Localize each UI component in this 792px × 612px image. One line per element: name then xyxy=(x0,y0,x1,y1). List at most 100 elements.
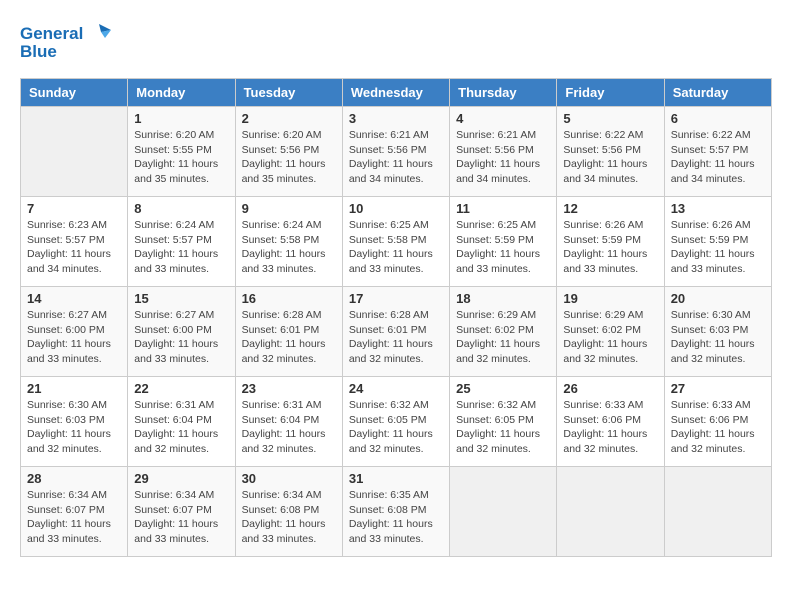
day-info: Sunrise: 6:34 AMSunset: 6:08 PMDaylight:… xyxy=(242,488,336,547)
day-number: 25 xyxy=(456,381,550,396)
calendar-cell: 29 Sunrise: 6:34 AMSunset: 6:07 PMDaylig… xyxy=(128,467,235,557)
page-header: General Blue xyxy=(20,20,772,62)
day-number: 20 xyxy=(671,291,765,306)
day-number: 17 xyxy=(349,291,443,306)
day-info: Sunrise: 6:26 AMSunset: 5:59 PMDaylight:… xyxy=(563,218,657,277)
day-number: 10 xyxy=(349,201,443,216)
day-info: Sunrise: 6:20 AMSunset: 5:55 PMDaylight:… xyxy=(134,128,228,187)
calendar-cell xyxy=(450,467,557,557)
logo-text-general: General xyxy=(20,24,83,44)
day-number: 31 xyxy=(349,471,443,486)
calendar-cell: 26 Sunrise: 6:33 AMSunset: 6:06 PMDaylig… xyxy=(557,377,664,467)
calendar-cell: 24 Sunrise: 6:32 AMSunset: 6:05 PMDaylig… xyxy=(342,377,449,467)
calendar-cell: 22 Sunrise: 6:31 AMSunset: 6:04 PMDaylig… xyxy=(128,377,235,467)
day-number: 24 xyxy=(349,381,443,396)
logo-text-blue: Blue xyxy=(20,42,57,62)
day-number: 18 xyxy=(456,291,550,306)
day-info: Sunrise: 6:22 AMSunset: 5:56 PMDaylight:… xyxy=(563,128,657,187)
calendar-week-row: 7 Sunrise: 6:23 AMSunset: 5:57 PMDayligh… xyxy=(21,197,772,287)
weekday-header: Tuesday xyxy=(235,79,342,107)
calendar-cell: 2 Sunrise: 6:20 AMSunset: 5:56 PMDayligh… xyxy=(235,107,342,197)
day-number: 12 xyxy=(563,201,657,216)
day-number: 6 xyxy=(671,111,765,126)
weekday-header: Wednesday xyxy=(342,79,449,107)
day-info: Sunrise: 6:22 AMSunset: 5:57 PMDaylight:… xyxy=(671,128,765,187)
day-info: Sunrise: 6:27 AMSunset: 6:00 PMDaylight:… xyxy=(134,308,228,367)
logo-container: General Blue xyxy=(20,20,113,62)
calendar-cell: 17 Sunrise: 6:28 AMSunset: 6:01 PMDaylig… xyxy=(342,287,449,377)
day-number: 4 xyxy=(456,111,550,126)
weekday-header: Saturday xyxy=(664,79,771,107)
calendar-cell: 1 Sunrise: 6:20 AMSunset: 5:55 PMDayligh… xyxy=(128,107,235,197)
calendar-cell: 15 Sunrise: 6:27 AMSunset: 6:00 PMDaylig… xyxy=(128,287,235,377)
calendar-cell xyxy=(557,467,664,557)
calendar-cell: 10 Sunrise: 6:25 AMSunset: 5:58 PMDaylig… xyxy=(342,197,449,287)
calendar-week-row: 21 Sunrise: 6:30 AMSunset: 6:03 PMDaylig… xyxy=(21,377,772,467)
calendar-cell xyxy=(21,107,128,197)
day-number: 28 xyxy=(27,471,121,486)
day-number: 3 xyxy=(349,111,443,126)
day-number: 11 xyxy=(456,201,550,216)
day-info: Sunrise: 6:20 AMSunset: 5:56 PMDaylight:… xyxy=(242,128,336,187)
weekday-header: Friday xyxy=(557,79,664,107)
calendar-cell: 18 Sunrise: 6:29 AMSunset: 6:02 PMDaylig… xyxy=(450,287,557,377)
day-number: 15 xyxy=(134,291,228,306)
day-info: Sunrise: 6:33 AMSunset: 6:06 PMDaylight:… xyxy=(671,398,765,457)
day-info: Sunrise: 6:23 AMSunset: 5:57 PMDaylight:… xyxy=(27,218,121,277)
day-info: Sunrise: 6:32 AMSunset: 6:05 PMDaylight:… xyxy=(349,398,443,457)
calendar-cell: 20 Sunrise: 6:30 AMSunset: 6:03 PMDaylig… xyxy=(664,287,771,377)
calendar-cell: 23 Sunrise: 6:31 AMSunset: 6:04 PMDaylig… xyxy=(235,377,342,467)
calendar-cell: 9 Sunrise: 6:24 AMSunset: 5:58 PMDayligh… xyxy=(235,197,342,287)
day-number: 27 xyxy=(671,381,765,396)
day-info: Sunrise: 6:29 AMSunset: 6:02 PMDaylight:… xyxy=(563,308,657,367)
day-number: 16 xyxy=(242,291,336,306)
calendar-cell: 5 Sunrise: 6:22 AMSunset: 5:56 PMDayligh… xyxy=(557,107,664,197)
weekday-header-row: SundayMondayTuesdayWednesdayThursdayFrid… xyxy=(21,79,772,107)
calendar-cell: 12 Sunrise: 6:26 AMSunset: 5:59 PMDaylig… xyxy=(557,197,664,287)
calendar-cell: 14 Sunrise: 6:27 AMSunset: 6:00 PMDaylig… xyxy=(21,287,128,377)
day-number: 13 xyxy=(671,201,765,216)
calendar-cell: 13 Sunrise: 6:26 AMSunset: 5:59 PMDaylig… xyxy=(664,197,771,287)
day-number: 2 xyxy=(242,111,336,126)
calendar-cell: 4 Sunrise: 6:21 AMSunset: 5:56 PMDayligh… xyxy=(450,107,557,197)
day-info: Sunrise: 6:30 AMSunset: 6:03 PMDaylight:… xyxy=(671,308,765,367)
day-number: 19 xyxy=(563,291,657,306)
day-info: Sunrise: 6:24 AMSunset: 5:57 PMDaylight:… xyxy=(134,218,228,277)
weekday-header: Monday xyxy=(128,79,235,107)
day-info: Sunrise: 6:34 AMSunset: 6:07 PMDaylight:… xyxy=(134,488,228,547)
calendar-week-row: 14 Sunrise: 6:27 AMSunset: 6:00 PMDaylig… xyxy=(21,287,772,377)
day-info: Sunrise: 6:31 AMSunset: 6:04 PMDaylight:… xyxy=(134,398,228,457)
day-info: Sunrise: 6:24 AMSunset: 5:58 PMDaylight:… xyxy=(242,218,336,277)
calendar-week-row: 28 Sunrise: 6:34 AMSunset: 6:07 PMDaylig… xyxy=(21,467,772,557)
calendar-cell: 27 Sunrise: 6:33 AMSunset: 6:06 PMDaylig… xyxy=(664,377,771,467)
day-info: Sunrise: 6:25 AMSunset: 5:58 PMDaylight:… xyxy=(349,218,443,277)
day-info: Sunrise: 6:26 AMSunset: 5:59 PMDaylight:… xyxy=(671,218,765,277)
weekday-header: Thursday xyxy=(450,79,557,107)
day-number: 8 xyxy=(134,201,228,216)
calendar-cell: 30 Sunrise: 6:34 AMSunset: 6:08 PMDaylig… xyxy=(235,467,342,557)
day-number: 5 xyxy=(563,111,657,126)
day-info: Sunrise: 6:28 AMSunset: 6:01 PMDaylight:… xyxy=(349,308,443,367)
day-number: 7 xyxy=(27,201,121,216)
day-number: 22 xyxy=(134,381,228,396)
day-info: Sunrise: 6:29 AMSunset: 6:02 PMDaylight:… xyxy=(456,308,550,367)
day-info: Sunrise: 6:28 AMSunset: 6:01 PMDaylight:… xyxy=(242,308,336,367)
day-info: Sunrise: 6:34 AMSunset: 6:07 PMDaylight:… xyxy=(27,488,121,547)
calendar-table: SundayMondayTuesdayWednesdayThursdayFrid… xyxy=(20,78,772,557)
day-info: Sunrise: 6:21 AMSunset: 5:56 PMDaylight:… xyxy=(349,128,443,187)
calendar-cell: 8 Sunrise: 6:24 AMSunset: 5:57 PMDayligh… xyxy=(128,197,235,287)
day-info: Sunrise: 6:27 AMSunset: 6:00 PMDaylight:… xyxy=(27,308,121,367)
day-number: 9 xyxy=(242,201,336,216)
day-info: Sunrise: 6:21 AMSunset: 5:56 PMDaylight:… xyxy=(456,128,550,187)
day-number: 26 xyxy=(563,381,657,396)
day-info: Sunrise: 6:31 AMSunset: 6:04 PMDaylight:… xyxy=(242,398,336,457)
calendar-cell: 16 Sunrise: 6:28 AMSunset: 6:01 PMDaylig… xyxy=(235,287,342,377)
calendar-cell: 11 Sunrise: 6:25 AMSunset: 5:59 PMDaylig… xyxy=(450,197,557,287)
day-info: Sunrise: 6:30 AMSunset: 6:03 PMDaylight:… xyxy=(27,398,121,457)
calendar-cell: 6 Sunrise: 6:22 AMSunset: 5:57 PMDayligh… xyxy=(664,107,771,197)
logo-bird-icon xyxy=(85,20,113,48)
logo: General Blue xyxy=(20,20,113,62)
day-info: Sunrise: 6:25 AMSunset: 5:59 PMDaylight:… xyxy=(456,218,550,277)
day-number: 1 xyxy=(134,111,228,126)
calendar-cell: 25 Sunrise: 6:32 AMSunset: 6:05 PMDaylig… xyxy=(450,377,557,467)
